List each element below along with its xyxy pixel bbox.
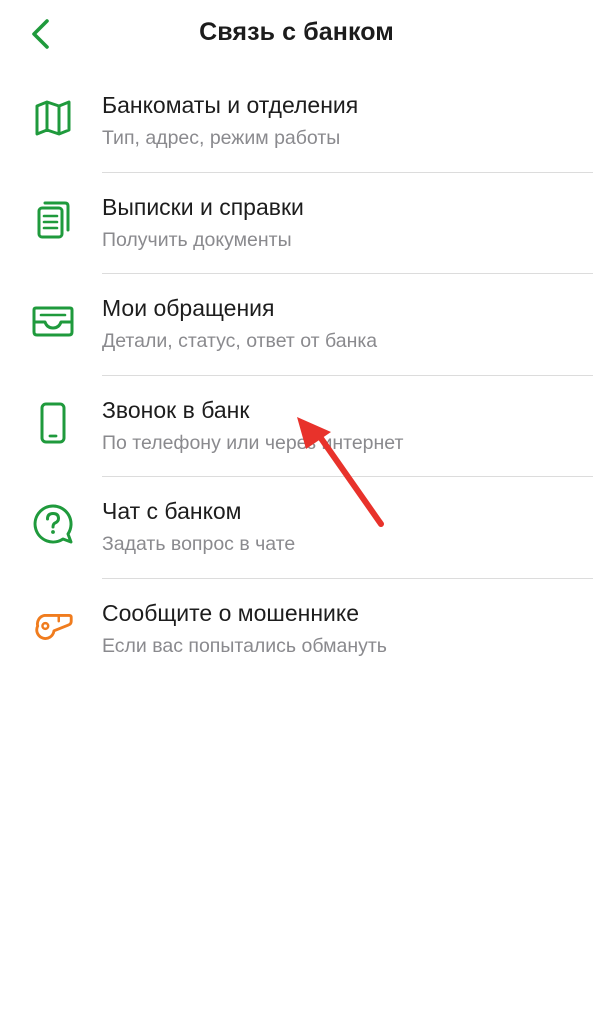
page-title: Связь с банком: [199, 18, 394, 46]
menu-item-subtitle: Задать вопрос в чате: [102, 533, 296, 555]
menu-item-subtitle: Тип, адрес, режим работы: [102, 127, 341, 149]
phone-icon: [30, 400, 76, 446]
menu-item-chat[interactable]: Чат с банком Задать вопрос в чате: [0, 477, 593, 579]
menu-list: Банкоматы и отделения Тип, адрес, режим …: [0, 71, 593, 680]
menu-item-subtitle: По телефону или через интернет: [102, 431, 404, 454]
menu-item-label: Банкоматы и отделения: [102, 92, 359, 118]
documents-icon: [30, 197, 76, 243]
inbox-icon: [30, 298, 76, 344]
chat-question-icon: [30, 501, 76, 547]
top-bar: Связь с банком: [0, 0, 593, 70]
menu-item-label: Мои обращения: [102, 295, 275, 321]
whistle-icon: [30, 603, 76, 649]
menu-item-label: Чат с банком: [102, 498, 242, 524]
menu-item-label: Выписки и справки: [102, 193, 304, 220]
menu-item-label: Звонок в банк: [102, 396, 250, 423]
menu-item-subtitle: Получить документы: [102, 228, 292, 251]
menu-item-subtitle: Детали, статус, ответ от банка: [102, 330, 378, 352]
menu-item-label: Сообщите о мошеннике: [102, 599, 359, 626]
menu-item-report-fraud[interactable]: Сообщите о мошеннике Если вас попытались…: [0, 579, 593, 681]
map-icon: [30, 95, 76, 141]
menu-item-call-bank[interactable]: Звонок в банк По телефону или через инте…: [0, 376, 593, 477]
menu-item-atms-branches[interactable]: Банкоматы и отделения Тип, адрес, режим …: [0, 71, 593, 173]
menu-item-subtitle: Если вас попытались обмануть: [102, 634, 387, 657]
menu-item-my-requests[interactable]: Мои обращения Детали, статус, ответ от б…: [0, 274, 593, 376]
menu-item-statements[interactable]: Выписки и справки Получить документы: [0, 173, 593, 274]
